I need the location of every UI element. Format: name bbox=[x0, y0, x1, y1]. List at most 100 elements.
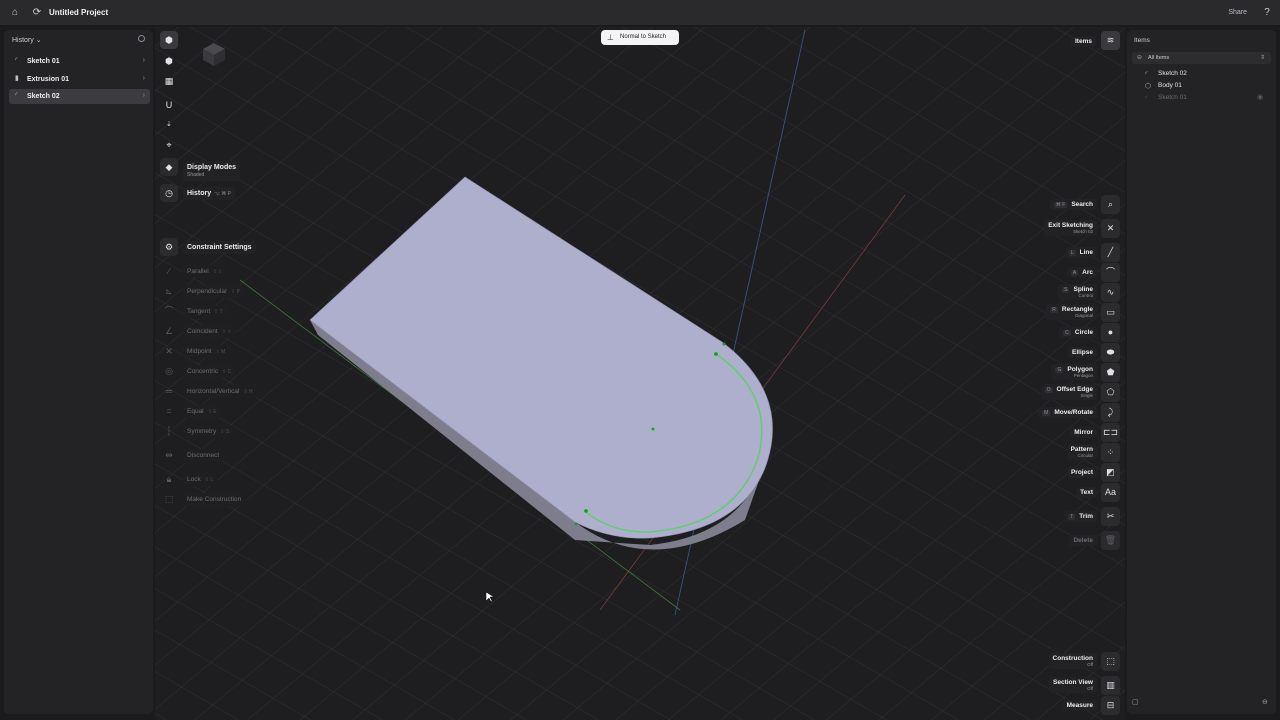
tool-pattern[interactable]: Pattern Circular bbox=[1066, 444, 1097, 460]
eye-hidden-icon[interactable]: ◉ bbox=[1257, 93, 1263, 101]
close-icon[interactable]: ✕ bbox=[1101, 219, 1120, 238]
constraint-disconnect[interactable]: Disconnect bbox=[183, 449, 224, 462]
constraint-make-construction[interactable]: Make Construction bbox=[183, 493, 246, 506]
constraint-tangent[interactable]: Tangent ⇧ T bbox=[183, 305, 227, 318]
gear-icon[interactable]: ⚙ bbox=[160, 238, 178, 256]
snap-icon[interactable]: ⌖ bbox=[160, 136, 178, 154]
line-icon[interactable]: ╱ bbox=[1101, 243, 1120, 262]
arc-center-point[interactable] bbox=[650, 426, 656, 432]
history-item-sketch-01[interactable]: ◜ Sketch 01 › bbox=[9, 54, 150, 69]
arc-endpoint[interactable] bbox=[713, 351, 719, 357]
tool-search[interactable]: ⌘ F Search bbox=[1049, 199, 1097, 210]
history-panel-title[interactable]: History ⌄ bbox=[12, 36, 42, 44]
trash-icon[interactable]: 🗑︎ bbox=[1101, 531, 1120, 550]
constraint-coincident[interactable]: Coincident ⇧ ⇧ bbox=[183, 325, 236, 338]
constraint-perpendicular[interactable]: Perpendicular ⇧ P bbox=[183, 285, 245, 298]
history-clock-icon[interactable]: ◷ bbox=[160, 184, 178, 202]
move-rotate-icon[interactable]: ⤸ bbox=[1101, 403, 1120, 422]
arc-endpoint[interactable] bbox=[583, 508, 589, 514]
parallel-icon[interactable]: ∕ bbox=[160, 262, 178, 280]
search-icon[interactable]: ⌕ bbox=[1101, 195, 1120, 214]
constraint-midpoint[interactable]: Midpoint ⇧ M bbox=[183, 345, 230, 358]
project-icon[interactable]: ◩ bbox=[1101, 463, 1120, 482]
items-tab-label[interactable]: Items bbox=[1071, 36, 1096, 47]
home-icon[interactable]: ⌂ bbox=[9, 7, 21, 19]
normal-to-sketch-button[interactable]: ⊥ Normal to Sketch bbox=[601, 30, 679, 45]
history-item-extrusion-01[interactable]: ▮ Extrusion 01 › bbox=[9, 72, 150, 87]
tool-construction[interactable]: Construction Off bbox=[1048, 653, 1097, 669]
sketch-point[interactable] bbox=[574, 522, 578, 526]
tool-project[interactable]: Project bbox=[1066, 467, 1097, 478]
rectangle-icon[interactable]: ▭ bbox=[1101, 303, 1120, 322]
tool-delete[interactable]: Delete bbox=[1069, 535, 1097, 546]
disconnect-icon[interactable]: ⇹ bbox=[160, 446, 178, 464]
scissors-icon[interactable]: ✂ bbox=[1101, 507, 1120, 526]
history-button[interactable]: History ⌥ ⌘ P bbox=[183, 187, 235, 200]
lock-icon[interactable]: 🔒︎ bbox=[160, 470, 178, 488]
constraint-horizontal-vertical[interactable]: Horizontal/Vertical ⇧ H bbox=[183, 385, 257, 398]
color-cube-icon[interactable]: ⬢ bbox=[160, 52, 178, 70]
dimension-icon[interactable]: ⇣ bbox=[160, 116, 178, 134]
constraint-parallel[interactable]: Parallel ⇧ ⇧ bbox=[183, 265, 227, 278]
3d-viewport[interactable] bbox=[155, 27, 1125, 720]
mirror-icon[interactable]: ⊏⊐ bbox=[1101, 423, 1120, 442]
construction-icon[interactable]: ⬚ bbox=[1101, 652, 1120, 671]
tool-arc[interactable]: A Arc bbox=[1066, 267, 1097, 278]
tool-polygon[interactable]: G Polygon Pentagon bbox=[1051, 364, 1097, 380]
tool-rectangle[interactable]: R Rectangle Diagonal bbox=[1046, 304, 1097, 320]
circle-icon[interactable]: ● bbox=[1101, 323, 1120, 342]
ellipse-icon[interactable]: ⬬ bbox=[1101, 343, 1120, 362]
constraint-equal[interactable]: Equal ⇧ E bbox=[183, 405, 221, 418]
tool-offset-edge[interactable]: O Offset Edge Single bbox=[1040, 384, 1097, 400]
display-modes-icon[interactable]: ◆ bbox=[160, 158, 178, 176]
constraint-settings-button[interactable]: Constraint Settings bbox=[183, 241, 256, 254]
symmetry-icon[interactable]: ┆ bbox=[160, 422, 178, 440]
shaded-cube-icon[interactable]: ⬢ bbox=[160, 31, 178, 49]
tool-spline[interactable]: S Spline Control bbox=[1058, 284, 1097, 300]
history-item-sketch-02[interactable]: ◜ Sketch 02 › bbox=[9, 89, 150, 104]
image-icon[interactable]: ▦ bbox=[160, 72, 178, 90]
spline-icon[interactable]: ∿ bbox=[1101, 283, 1120, 302]
tangent-icon[interactable]: ⌒ bbox=[160, 302, 178, 320]
offset-edge-icon[interactable]: ⬠ bbox=[1101, 383, 1120, 402]
coincident-icon[interactable]: ∠ bbox=[160, 322, 178, 340]
constraint-lock[interactable]: Lock ⇧ L bbox=[183, 473, 218, 486]
items-row-sketch-02[interactable]: ◜ Sketch 02 bbox=[1145, 70, 1187, 78]
midpoint-icon[interactable]: ✕ bbox=[160, 342, 178, 360]
arc-icon[interactable]: ⌒ bbox=[1101, 263, 1120, 282]
equal-icon[interactable]: = bbox=[160, 402, 178, 420]
tool-measure[interactable]: Measure bbox=[1062, 700, 1097, 711]
folder-icon[interactable]: ▢ bbox=[1132, 698, 1139, 706]
tool-trim[interactable]: T Trim bbox=[1064, 511, 1097, 522]
project-title[interactable]: Untitled Project bbox=[49, 8, 108, 17]
layers-icon[interactable]: ≋ bbox=[1101, 31, 1120, 50]
constraint-concentric[interactable]: Concentric ⇧ C bbox=[183, 365, 236, 378]
concentric-icon[interactable]: ◎ bbox=[160, 362, 178, 380]
help-icon[interactable]: ? bbox=[1261, 7, 1273, 19]
tool-ellipse[interactable]: Ellipse bbox=[1068, 347, 1097, 358]
items-row-body-01[interactable]: ⬡ Body 01 bbox=[1145, 82, 1182, 90]
sketch-point[interactable] bbox=[722, 342, 726, 346]
pattern-icon[interactable]: ⁘ bbox=[1101, 443, 1120, 462]
constraint-symmetry[interactable]: Symmetry ⇧ S bbox=[183, 425, 234, 438]
polygon-icon[interactable]: ⬟ bbox=[1101, 363, 1120, 382]
tool-circle[interactable]: C Circle bbox=[1059, 327, 1097, 338]
tool-section-view[interactable]: Section View Off bbox=[1049, 677, 1097, 693]
display-modes-button[interactable]: Display Modes Shaded bbox=[183, 161, 241, 181]
make-construction-icon[interactable]: ⬚ bbox=[160, 490, 178, 508]
history-panel-options-icon[interactable] bbox=[138, 35, 145, 42]
tool-line[interactable]: L Line bbox=[1064, 247, 1097, 258]
text-icon[interactable]: Aa bbox=[1101, 483, 1120, 502]
measure-icon[interactable]: ⊟ bbox=[1101, 696, 1120, 715]
tool-mirror[interactable]: Mirror bbox=[1070, 427, 1097, 438]
horizontal-vertical-icon[interactable]: ═ bbox=[160, 382, 178, 400]
section-view-icon[interactable]: ▥ bbox=[1101, 676, 1120, 695]
tool-text[interactable]: Text bbox=[1076, 487, 1097, 498]
magnet-icon[interactable]: U bbox=[160, 96, 178, 114]
sync-icon[interactable]: ⟳ bbox=[31, 7, 43, 19]
share-button[interactable]: Share bbox=[1228, 9, 1247, 16]
perpendicular-icon[interactable]: ⊾ bbox=[160, 282, 178, 300]
tool-exit-sketching[interactable]: Exit Sketching Sketch 02 bbox=[1044, 220, 1097, 236]
items-row-sketch-01[interactable]: ◜ Sketch 01 bbox=[1145, 94, 1187, 102]
items-filter-select[interactable]: ⊖ All Items ⇕ bbox=[1132, 52, 1271, 64]
